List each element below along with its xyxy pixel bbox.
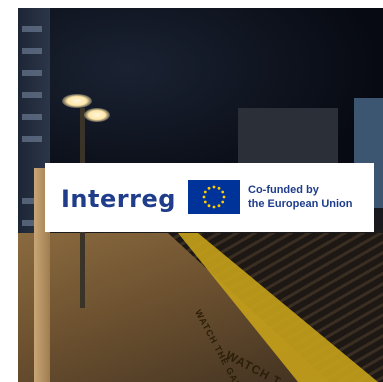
lamp-light	[84, 108, 110, 122]
logo-banner: Interreg Co-funded by the European Union	[45, 163, 374, 232]
eu-flag-icon	[188, 180, 240, 214]
cofunded-text: Co-funded by the European Union	[248, 183, 353, 211]
building-window	[22, 26, 42, 32]
building-window	[22, 136, 42, 142]
building-window	[22, 70, 42, 76]
lamp-light	[62, 94, 92, 108]
building-window	[22, 114, 42, 120]
building-window	[22, 48, 42, 54]
interreg-logo: Interreg	[61, 185, 176, 213]
building-window	[22, 92, 42, 98]
cofunded-line2: the European Union	[248, 198, 353, 210]
cofunded-line1: Co-funded by	[248, 184, 319, 196]
